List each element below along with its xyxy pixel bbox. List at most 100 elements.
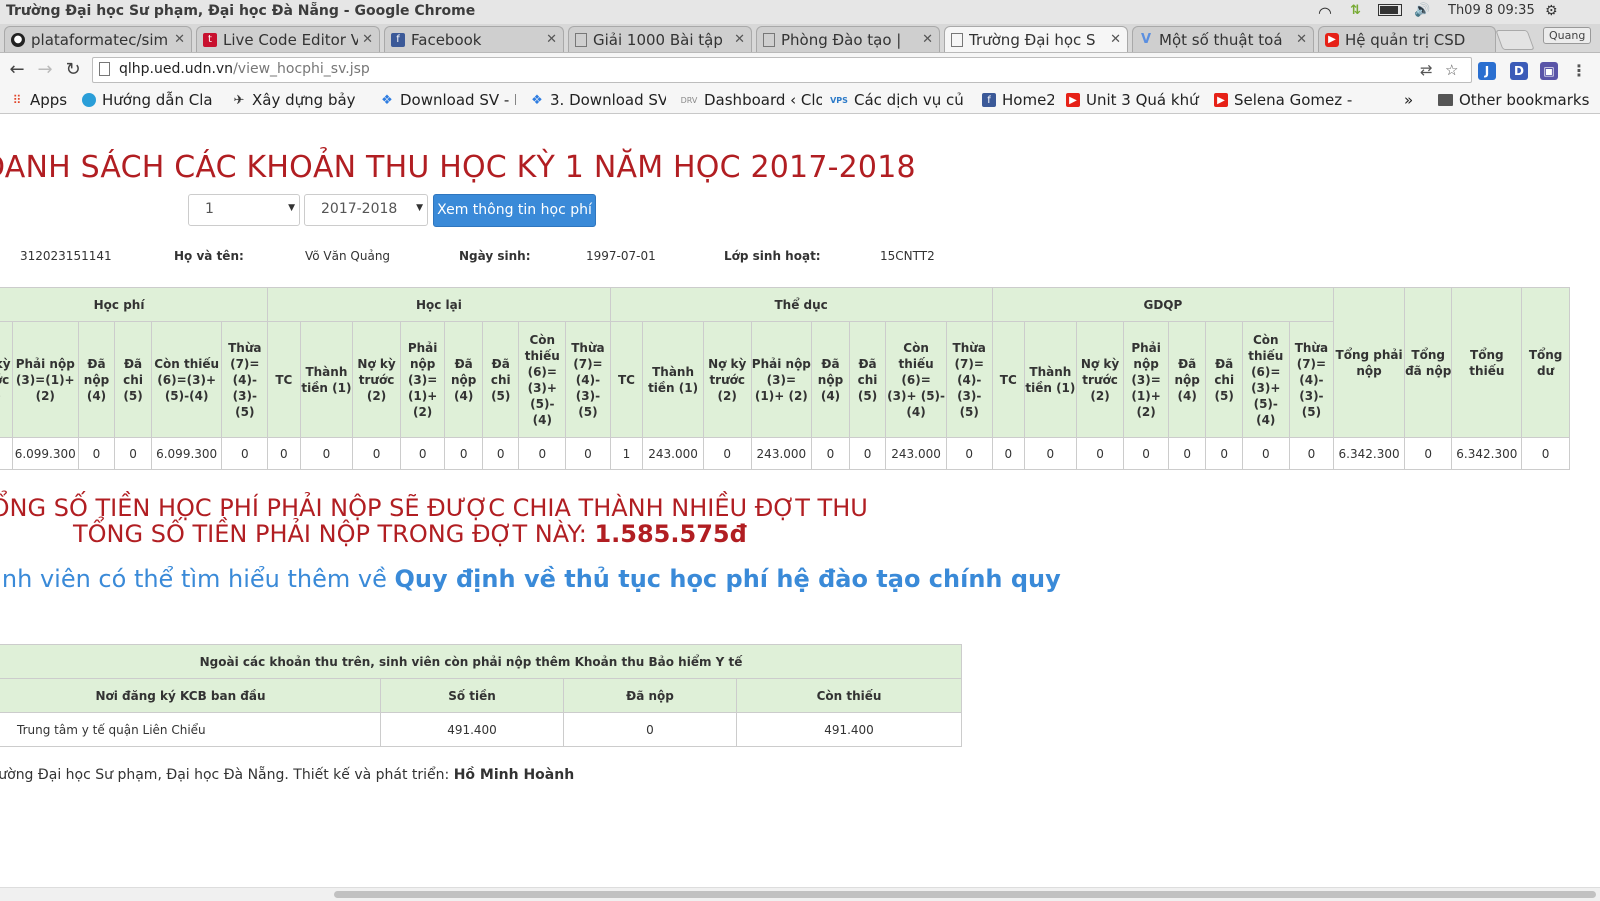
group-hoc-lai: Học lại	[267, 287, 611, 322]
table-cell: 0	[299, 437, 354, 470]
wifi-icon[interactable]: ◠	[1318, 3, 1332, 22]
view-fee-button[interactable]: Xem thông tin học phí	[433, 194, 596, 227]
table-cell: 0	[444, 437, 483, 470]
vps-icon: VPS	[830, 95, 848, 105]
menu-dots-icon[interactable]: ⋮	[1570, 62, 1588, 80]
bookmark-item[interactable]: VPS Các dịch vụ củ	[830, 90, 966, 110]
bookmark-item[interactable]: ✈ Xây dựng bảy	[232, 90, 364, 110]
table-cell: 0	[1521, 437, 1570, 470]
bookmark-item[interactable]: ▶ Unit 3 Quá khứ	[1066, 90, 1200, 110]
table-row: 06.099.300006.099.3000000000001243.00002…	[0, 437, 1570, 470]
extension-icon[interactable]: ▣	[1540, 62, 1558, 80]
group-gdqp: GDQP	[991, 287, 1335, 322]
column-header: TC	[991, 321, 1026, 438]
bookmark-item[interactable]: Hướng dẫn Cla	[82, 90, 218, 110]
column-header: Thừa (7)= (4)- (3)- (5)	[565, 321, 611, 438]
tab[interactable]: t Live Code Editor V ✕	[196, 26, 380, 52]
drive-icon: DRV	[680, 95, 698, 105]
bookmark-item[interactable]: DRV Dashboard ‹ Clou	[680, 90, 822, 110]
bookmark-label: Các dịch vụ củ	[854, 91, 964, 109]
bookmark-item[interactable]: ❖ 3. Download SV	[530, 90, 666, 110]
tab-close-icon[interactable]: ✕	[1296, 32, 1307, 47]
semester-value: 1	[205, 201, 214, 217]
clock[interactable]: Th09 8 09:35	[1448, 3, 1535, 18]
bookmarks-bar: ⠿ Apps Hướng dẫn Cla ✈ Xây dựng bảy ❖ Do…	[0, 87, 1600, 114]
url-text[interactable]: qlhp.ued.udn.vn/view_hocphi_sv.jsp	[119, 61, 370, 77]
table-row: Trung tâm y tế quận Liên Chiểu 491.400 0…	[0, 712, 962, 747]
bookmark-apps[interactable]: ⠿ Apps	[10, 90, 72, 110]
column-header: Đã nộp (4)	[1167, 321, 1207, 438]
notice-label: TỔNG SỐ TIỀN PHẢI NỘP TRONG ĐỢT NÀY:	[73, 520, 595, 548]
table-cell: 491.400	[380, 712, 564, 747]
notice-current-amount: TỔNG SỐ TIỀN PHẢI NỘP TRONG ĐỢT NÀY: 1.5…	[73, 520, 747, 548]
year-select[interactable]: 2017-2018 ▼	[304, 194, 428, 226]
new-tab-button[interactable]	[1495, 30, 1535, 50]
reload-icon[interactable]: ↻	[62, 59, 84, 81]
table-cell: 0	[565, 437, 611, 470]
notice-amount: 1.585.575đ	[594, 520, 747, 548]
group-the-duc: Thể dục	[609, 287, 993, 322]
tab[interactable]: ● plataformatec/sim ✕	[4, 26, 192, 52]
settings-gear-icon[interactable]: ⚙	[1545, 3, 1558, 19]
group-hoc-phi: Học phí	[0, 287, 269, 322]
column-header: TC	[267, 321, 301, 438]
dashlane-extension-icon[interactable]: D	[1510, 62, 1528, 80]
bookmark-item[interactable]: ▶ Selena Gomez - T	[1214, 90, 1356, 110]
network-update-icon[interactable]: ⇅	[1350, 3, 1361, 18]
bookmark-star-icon[interactable]: ☆	[1445, 61, 1458, 79]
table-cell: 1	[609, 437, 644, 470]
dropdown-arrow-icon: ▼	[416, 203, 423, 213]
bookmark-item[interactable]: ❖ Download SV - D	[380, 90, 516, 110]
regulation-link[interactable]: Quy định về thủ tục học phí hệ đào tạo c…	[395, 565, 1061, 593]
extension-icon[interactable]: J	[1478, 62, 1496, 80]
battery-icon[interactable]	[1378, 3, 1402, 19]
scrollbar-thumb[interactable]	[334, 891, 1596, 898]
tab-close-icon[interactable]: ✕	[546, 32, 557, 47]
tab-title: Hệ quản trị CSD	[1345, 30, 1466, 49]
address-bar[interactable]: qlhp.ued.udn.vn/view_hocphi_sv.jsp ⇄ ☆	[92, 57, 1472, 83]
total-header: Tổng phải nộp	[1333, 287, 1405, 438]
table-cell: 0	[702, 437, 752, 470]
tab[interactable]: Giải 1000 Bài tập ✕	[568, 26, 752, 52]
student-class: 15CNTT2	[880, 249, 935, 263]
profile-button[interactable]: Quang	[1543, 27, 1592, 44]
table-cell: 0	[518, 437, 567, 470]
page-icon	[575, 32, 587, 47]
other-bookmarks[interactable]: Other bookmarks	[1438, 90, 1598, 110]
url-host: qlhp.ued.udn.vn	[119, 61, 234, 77]
table-cell: 6.099.300	[150, 437, 223, 470]
tab[interactable]: f Facebook ✕	[384, 26, 564, 52]
horizontal-scrollbar[interactable]	[0, 887, 1600, 901]
table-cell: 0	[1403, 437, 1453, 470]
tab-close-icon[interactable]: ✕	[734, 32, 745, 47]
bookmarks-overflow-button[interactable]: »	[1404, 90, 1418, 110]
bookmark-item[interactable]: f Home2	[982, 90, 1054, 110]
translate-icon[interactable]: ⇄	[1420, 61, 1433, 79]
url-path: /view_hocphi_sv.jsp	[233, 61, 370, 77]
table-cell: 243.000	[642, 437, 704, 470]
column-header: Thừa (7)= (4)- (3)- (5)	[221, 321, 269, 438]
forward-arrow-icon[interactable]: →	[34, 59, 56, 81]
tab-close-icon[interactable]: ✕	[922, 32, 933, 47]
bookmark-label: Xây dựng bảy	[252, 91, 356, 109]
tab[interactable]: ▶ Hệ quản trị CSD	[1318, 26, 1496, 52]
page-info-icon[interactable]	[99, 62, 110, 76]
tab-active[interactable]: Trường Đại học S ✕	[944, 26, 1128, 52]
tab[interactable]: Phòng Đào tạo | ✕	[756, 26, 940, 52]
student-name: Võ Văn Quảng	[305, 249, 391, 263]
dropdown-arrow-icon: ▼	[288, 203, 295, 213]
browser-toolbar: ← → ↻ qlhp.ued.udn.vn/view_hocphi_sv.jsp…	[0, 53, 1600, 87]
column-header: Đã nộp (4)	[811, 321, 850, 438]
tab-close-icon[interactable]: ✕	[1110, 32, 1121, 47]
tab-close-icon[interactable]: ✕	[362, 32, 373, 47]
tab[interactable]: V Một số thuật toá ✕	[1132, 26, 1314, 52]
tab-close-icon[interactable]: ✕	[174, 32, 185, 47]
table-cell: 0	[1123, 437, 1169, 470]
column-header: TC	[609, 321, 644, 438]
back-arrow-icon[interactable]: ←	[6, 59, 28, 81]
info-prefix: Sinh viên có thể tìm hiểu thêm về	[0, 565, 395, 593]
livecode-icon: t	[203, 32, 217, 47]
semester-select[interactable]: 1 ▼	[188, 194, 300, 226]
bookmark-label: Selena Gomez - T	[1234, 91, 1356, 109]
volume-icon[interactable]: 🔊	[1414, 3, 1430, 18]
